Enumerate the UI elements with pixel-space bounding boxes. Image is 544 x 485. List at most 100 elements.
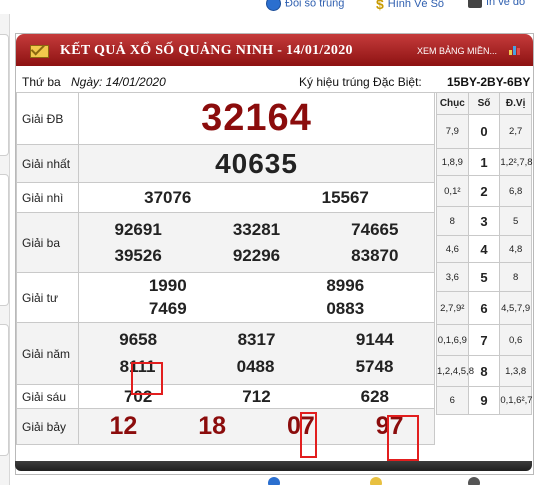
loto-digit: 0 [467, 114, 501, 149]
globe-icon [266, 0, 281, 11]
loto-digit: 2 [467, 175, 501, 207]
loto-row: 0,1,6,9 7 0,6 [436, 324, 532, 356]
info-row: Thứ ba Ngày: 14/01/2020 Ký hiệu trúng Đặ… [16, 71, 533, 93]
prize-number: 83870 [351, 245, 399, 265]
result-panel: KẾT QUẢ XỔ SỐ QUẢNG NINH - 14/01/2020 XE… [15, 33, 534, 475]
loto-digit: 7 [467, 324, 501, 356]
special-code-label: Ký hiệu trúng Đặc Biệt: [299, 75, 422, 89]
prize-label: Giải sáu [16, 384, 79, 409]
loto-row: 6 9 0,1,6²,7 [436, 386, 533, 415]
view-region-link[interactable]: XEM BẢNG MIỀN... [417, 46, 497, 56]
loto-row: 4,6 4 4,8 [436, 235, 532, 263]
loto-digit: 6 [467, 291, 501, 325]
prize-row-fourth: Giải tư 1990 8996 7469 0883 [16, 272, 435, 323]
printer-icon [468, 0, 482, 8]
prize-label: Giải năm [16, 322, 79, 385]
prize-number: 92296 [232, 245, 281, 265]
dollar-icon [370, 477, 382, 485]
prize-number: 74665 [351, 219, 399, 239]
loto-units: 4,8 [499, 235, 532, 263]
print-ticket-label: In vé dò [486, 0, 526, 8]
ticket-image-link[interactable]: $ Hình Vé Số [376, 0, 444, 12]
loto-units: 0,6 [499, 324, 532, 356]
loto-tens: 2,7,9² [436, 291, 469, 325]
loto-tens: 7,9 [436, 114, 469, 149]
loto-header-row: Chục Số Đ.Vị [436, 92, 532, 115]
loto-tens: 1,2,4,5,8 [436, 355, 474, 387]
top-links: Đổi số trúng $ Hình Vé Số In vé dò [0, 0, 544, 14]
prize-number: 15567 [321, 187, 369, 207]
loto-row: 2,7,9² 6 4,5,7,9 [436, 291, 532, 325]
prize-row-seventh: Giải bảy 12 18 07 97 [16, 408, 435, 445]
highlight-box [387, 415, 419, 461]
loto-tens: 3,6 [436, 262, 469, 292]
loto-units: 1,2²,7,8 [499, 148, 533, 176]
print-ticket-link[interactable]: In vé dò [468, 0, 525, 8]
loto-digit: 1 [467, 148, 501, 176]
printer-icon [468, 477, 480, 485]
loto-row: 1,2,4,5,8 8 1,3,8 [436, 355, 532, 387]
highlight-box [131, 362, 163, 395]
bar-chart-icon[interactable] [509, 44, 523, 55]
loto-units: 6,8 [499, 175, 532, 207]
prize-number: 37076 [144, 187, 192, 207]
prize-number: 0488 [236, 357, 275, 376]
prize-number: 628 [360, 386, 389, 406]
ticket-image-label: Hình Vé Số [387, 0, 445, 10]
prize-number: 1990 [148, 276, 187, 295]
loto-header: Đ.Vị [499, 92, 532, 115]
special-prize-number: 32164 [201, 97, 312, 139]
prize-row-sixth: Giải sáu 702 712 628 [16, 384, 435, 409]
loto-tens: 0,1² [436, 175, 469, 207]
sidebar-tab [0, 34, 9, 156]
loto-header: Số [467, 92, 501, 115]
prize-number: 5748 [355, 357, 394, 376]
prize-number: 33281 [232, 219, 281, 239]
dollar-icon: $ [376, 0, 384, 12]
loto-tens: 1,8,9 [436, 148, 469, 176]
loto-digit: 3 [467, 206, 501, 236]
loto-row: 835 [436, 206, 532, 236]
draw-date: Ngày: 14/01/2020 [71, 75, 166, 89]
loto-tens: 4,6 [436, 235, 469, 263]
loto-row: 7,9 0 2,7 [436, 114, 532, 149]
prize-number: 92691 [114, 219, 162, 239]
special-code: 15BY-2BY-6BY [447, 75, 531, 89]
prize-row-special: Giải ĐB 32164 [16, 92, 435, 145]
loto-row: 3,6 5 8 [436, 262, 532, 292]
prize-row-third: Giải ba 92691 33281 74665 39526 92296 83… [16, 212, 435, 273]
prize-number: 9658 [119, 330, 158, 349]
prize-row-first: Giải nhất 40635 [16, 144, 435, 183]
first-prize-number: 40635 [215, 147, 298, 179]
panel-footer [15, 461, 532, 471]
envelope-icon [30, 45, 49, 58]
prize-label: Giải nhất [16, 144, 79, 183]
loto-units: 2,7 [499, 114, 532, 149]
left-sidebar-edge [0, 14, 10, 485]
sidebar-tab [0, 324, 9, 456]
prize-number: 712 [242, 386, 271, 406]
sidebar-tab [0, 174, 9, 306]
result-header: KẾT QUẢ XỔ SỐ QUẢNG NINH - 14/01/2020 XE… [16, 34, 533, 66]
prize-table: Giải ĐB 32164 Giải nhất 40635 Giải nhì 3… [16, 92, 435, 445]
prize-number: 9144 [355, 330, 394, 349]
prize-number: 18 [198, 412, 227, 440]
weekday: Thứ ba [22, 75, 61, 89]
prize-number: 0883 [326, 299, 365, 318]
loto-digit: 4 [467, 235, 501, 263]
globe-icon [268, 477, 280, 485]
prize-label: Giải bảy [16, 408, 79, 445]
loto-tens: 8 [436, 206, 469, 236]
prize-label: Giải tư [16, 272, 79, 323]
loto-digit: 5 [467, 262, 501, 292]
loto-row: 1,8,9 1 1,2²,7,8 [436, 148, 533, 176]
prize-row-fifth: Giải năm 9658 8317 9144 8111 0488 5748 [16, 322, 435, 385]
check-ticket-label: Đổi số trúng [285, 0, 345, 10]
check-ticket-link[interactable]: Đổi số trúng [266, 0, 344, 11]
loto-units: 1,3,8 [499, 355, 532, 387]
prize-label: Giải ba [16, 212, 79, 273]
prize-number: 7469 [148, 299, 187, 318]
loto-header: Chục [436, 92, 469, 115]
loto-row: 0,1² 2 6,8 [436, 175, 532, 207]
loto-tens: 6 [436, 386, 469, 415]
